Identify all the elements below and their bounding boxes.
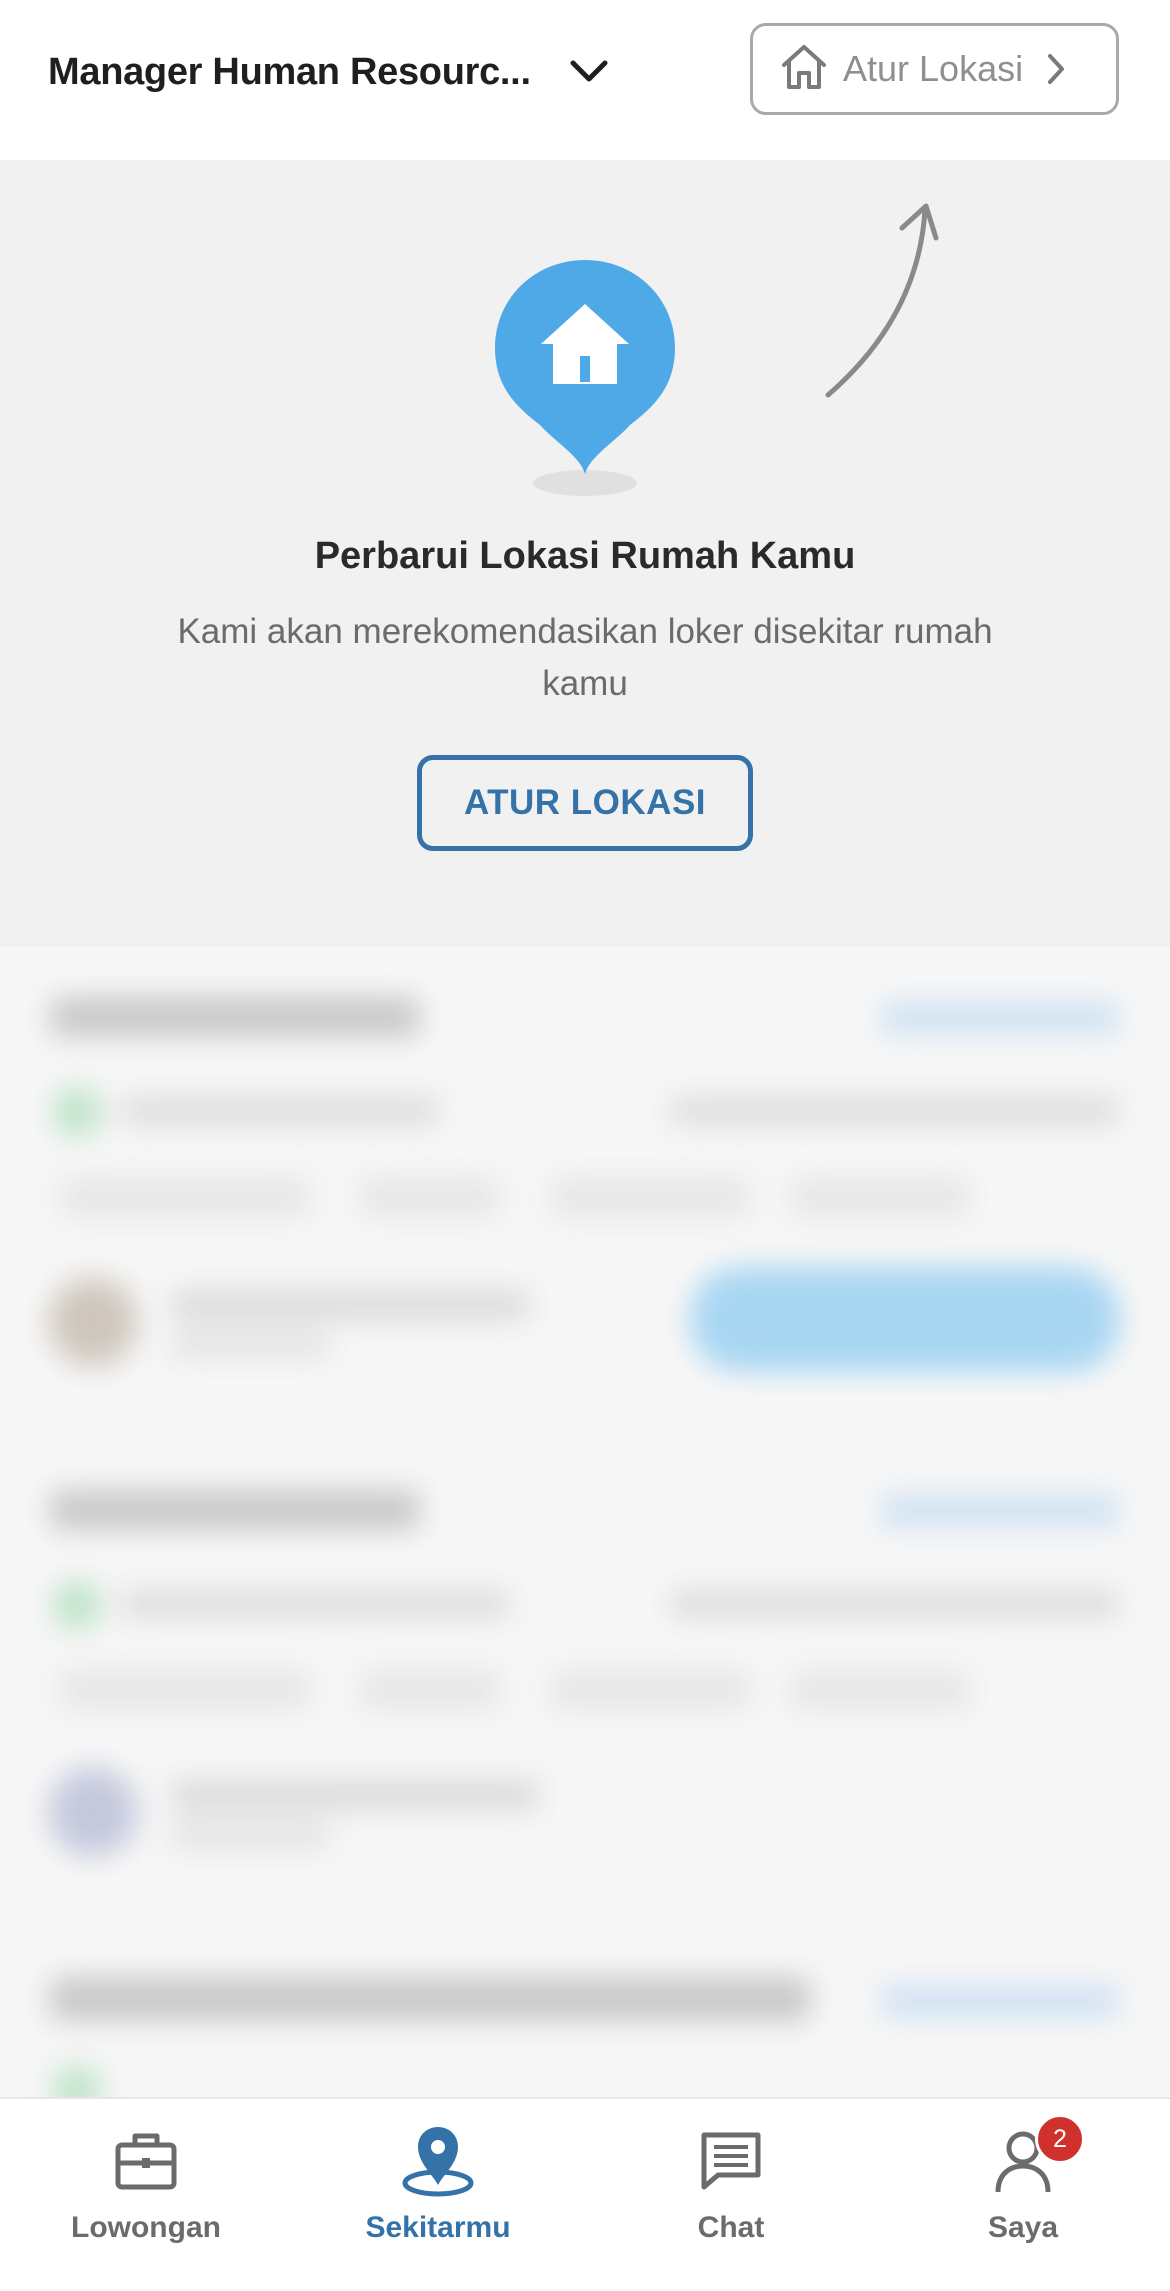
nav-item-saya[interactable]: 2 Saya: [877, 2099, 1169, 2291]
user-icon: [877, 2121, 1169, 2201]
blurred-job-cards: [0, 947, 1170, 2097]
nav-item-sekitarmu[interactable]: Sekitarmu: [292, 2099, 584, 2291]
chat-icon: [585, 2121, 877, 2201]
banner-description: Kami akan merekomendasikan loker disekit…: [177, 612, 993, 703]
set-location-button[interactable]: Atur Lokasi: [750, 23, 1119, 115]
bottom-navigation: Lowongan Sekitarmu Chat 2 Saya: [0, 2097, 1170, 2289]
home-location-pin-icon: [485, 260, 685, 505]
chevron-down-icon: [567, 50, 611, 94]
nav-item-chat[interactable]: Chat: [585, 2099, 877, 2291]
nav-label-chat: Chat: [697, 2211, 765, 2244]
top-header: Manager Human Resourc... Atur Lokasi: [0, 0, 1170, 160]
job-title-dropdown[interactable]: Manager Human Resourc...: [48, 40, 611, 104]
chevron-right-icon: [1045, 52, 1067, 86]
set-location-label: Atur Lokasi: [843, 48, 1024, 89]
nav-item-lowongan[interactable]: Lowongan: [0, 2099, 292, 2291]
location-pin-icon: [292, 2121, 584, 2201]
location-banner: Perbarui Lokasi Rumah Kamu Kami akan mer…: [0, 160, 1170, 947]
notification-badge: 2: [1035, 2114, 1085, 2164]
curved-arrow-icon: [810, 180, 950, 415]
nav-label-saya: Saya: [987, 2211, 1059, 2244]
home-icon: [779, 43, 829, 96]
nav-label-sekitarmu: Sekitarmu: [365, 2211, 511, 2244]
set-location-cta-button[interactable]: ATUR LOKASI: [417, 755, 753, 851]
banner-title: Perbarui Lokasi Rumah Kamu: [314, 535, 856, 577]
nav-label-lowongan: Lowongan: [71, 2211, 221, 2244]
job-title: Manager Human Resourc...: [48, 50, 531, 93]
briefcase-icon: [0, 2121, 292, 2201]
blurred-job-list: [0, 947, 1170, 2097]
